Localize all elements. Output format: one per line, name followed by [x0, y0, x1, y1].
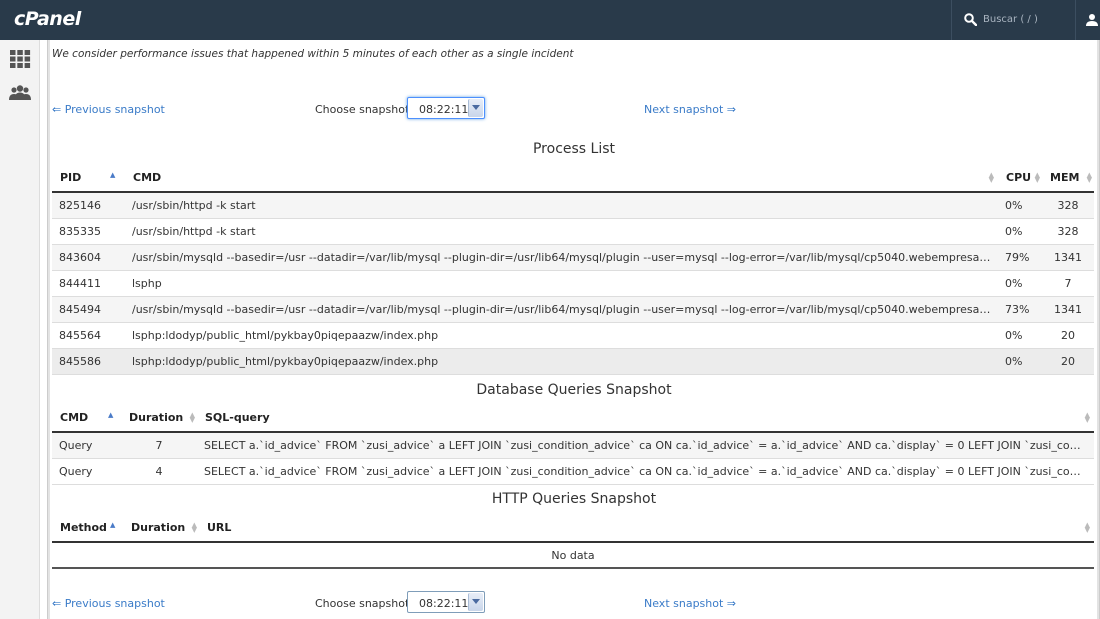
- table-row[interactable]: 844411 lsphp 0% 7: [52, 270, 1094, 297]
- choose-snapshot-label: Choose snapshot:: [315, 103, 413, 116]
- column-header-mem[interactable]: MEM ▲ ▼: [1042, 164, 1094, 193]
- search-input[interactable]: Buscar ( / ): [983, 14, 1038, 25]
- next-snapshot-link[interactable]: Next snapshot ⇒: [644, 103, 736, 116]
- user-menu[interactable]: [1075, 0, 1100, 40]
- column-header-cpu[interactable]: CPU ▲ ▼: [998, 164, 1042, 193]
- snapshot-nav-bottom: ⇐ Previous snapshot Choose snapshot: 08:…: [52, 591, 1096, 615]
- chevron-down-icon[interactable]: [468, 99, 483, 117]
- sort-asc-icon: ▲: [110, 521, 116, 529]
- choose-snapshot-label: Choose snapshot:: [315, 597, 413, 610]
- table-row[interactable]: Query 7 SELECT a.`id_advice` FROM `zusi_ad…: [52, 432, 1094, 459]
- table-row[interactable]: 845494/usr/sbin/mysqld --basedir=/usr --…: [52, 296, 1094, 323]
- process-table: PID ▲ CMD ▲ ▼ CPU ▲ ▼ MEM ▲ ▼ 825146/usr/sbin/h…: [52, 164, 1094, 375]
- top-bar: cPanel Buscar ( / ): [0, 0, 1100, 40]
- sidebar: [0, 40, 40, 619]
- db-queries-table: CMD ▲ Duration ▲ ▼ SQL-query ▲ ▼ Query 7 SELECT…: [52, 404, 1094, 485]
- snapshot-select-value: 08:22:11: [419, 597, 469, 610]
- user-icon: [1086, 14, 1098, 26]
- next-snapshot-link[interactable]: Next snapshot ⇒: [644, 597, 736, 610]
- table-row[interactable]: 843604/usr/sbin/mysqld --basedir=/usr --…: [52, 244, 1094, 271]
- incident-note: We consider performance issues that happ…: [52, 48, 574, 60]
- grid-icon[interactable]: [8, 48, 32, 70]
- content-left-border: [47, 40, 50, 619]
- sort-icon: ▲ ▼: [191, 521, 197, 534]
- sort-asc-icon: ▲: [110, 171, 116, 179]
- table-row[interactable]: 845564 lsphp:ldodyp/public_html/pykbay0pi…: [52, 322, 1094, 349]
- sort-icon: ▲ ▼: [1084, 411, 1090, 424]
- snapshot-select-value: 08:22:11: [419, 103, 469, 116]
- table-row: No data: [52, 542, 1094, 569]
- snapshot-nav-top: ⇐ Previous snapshot Choose snapshot: 08:…: [52, 97, 1096, 121]
- db-queries-title: Database Queries Snapshot: [476, 382, 672, 398]
- column-header-duration[interactable]: Duration ▲ ▼: [121, 404, 197, 433]
- column-header-url[interactable]: URL ▲ ▼: [199, 514, 1094, 543]
- column-header-cmd[interactable]: CMD ▲: [52, 404, 121, 433]
- previous-snapshot-link[interactable]: ⇐ Previous snapshot: [52, 103, 165, 116]
- previous-snapshot-link[interactable]: ⇐ Previous snapshot: [52, 597, 165, 610]
- search-icon: [964, 13, 977, 26]
- http-queries-table: Method ▲ Duration ▲ ▼ URL ▲ ▼ No data: [52, 514, 1094, 569]
- sort-icon: ▲ ▼: [988, 171, 994, 184]
- table-row[interactable]: 835335/usr/sbin/httpd -k start 0% 328: [52, 218, 1094, 245]
- sort-icon: ▲ ▼: [1084, 521, 1090, 534]
- http-queries-title: HTTP Queries Snapshot: [491, 491, 657, 507]
- column-header-sql-query[interactable]: SQL-query ▲ ▼: [197, 404, 1094, 433]
- sort-icon: ▲ ▼: [189, 411, 195, 424]
- snapshot-select[interactable]: 08:22:11: [407, 591, 485, 613]
- sort-icon: ▲ ▼: [1086, 171, 1092, 184]
- column-header-cmd[interactable]: CMD ▲ ▼: [125, 164, 998, 193]
- column-header-pid[interactable]: PID ▲: [52, 164, 125, 193]
- sort-asc-icon: ▲: [108, 411, 114, 419]
- users-icon[interactable]: [8, 82, 32, 104]
- cpanel-logo[interactable]: cPanel: [14, 8, 81, 30]
- snapshot-select[interactable]: 08:22:11: [407, 97, 485, 119]
- column-header-method[interactable]: Method ▲: [52, 514, 123, 543]
- process-list-title: Process List: [532, 141, 616, 157]
- no-data-message: No data: [52, 542, 1094, 569]
- column-header-duration[interactable]: Duration ▲ ▼: [123, 514, 199, 543]
- search-box[interactable]: Buscar ( / ): [951, 0, 1075, 40]
- table-row[interactable]: 845586 lsphp:ldodyp/public_html/pykbay0pi…: [52, 348, 1094, 375]
- chevron-down-icon[interactable]: [468, 593, 483, 611]
- table-row[interactable]: 825146/usr/sbin/httpd -k start 0% 328: [52, 192, 1094, 219]
- sort-icon: ▲ ▼: [1034, 171, 1040, 184]
- table-row[interactable]: Query 4 SELECT a.`id_advice` FROM `zusi_ad…: [52, 458, 1094, 485]
